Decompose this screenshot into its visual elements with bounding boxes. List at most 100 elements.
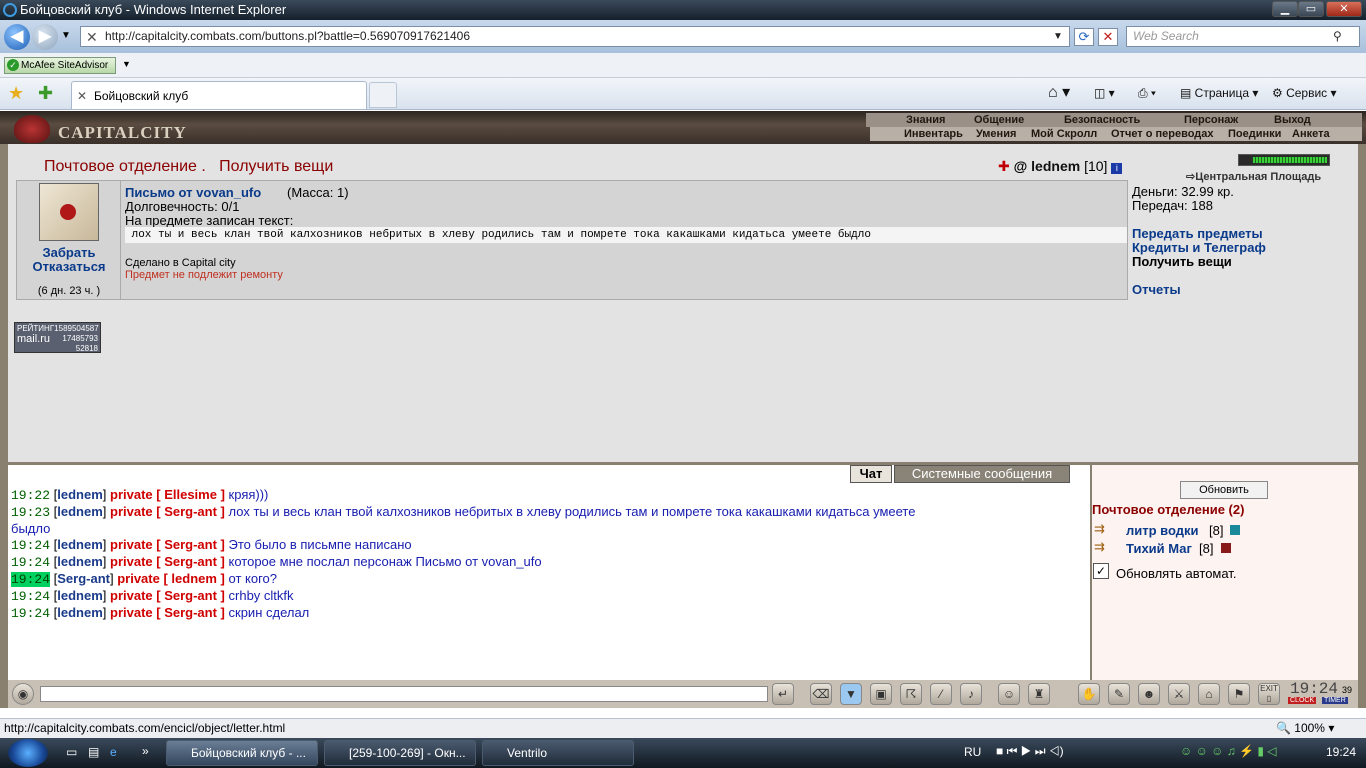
helmet-icon[interactable]: ♜: [1028, 683, 1050, 705]
save-log-icon[interactable]: ▣: [870, 683, 892, 705]
address-dropdown-icon[interactable]: ▼: [1053, 27, 1063, 46]
location-link[interactable]: ⇨Центральная Площадь: [1186, 170, 1321, 183]
nav-transfer-report[interactable]: Отчет о переводах: [1111, 128, 1214, 140]
chat-time[interactable]: 19:24: [11, 606, 50, 621]
zoom-control[interactable]: 🔍 100% ▾: [1276, 719, 1334, 737]
mcafee-siteadvisor-button[interactable]: ✓ McAfee SiteAdvisor: [4, 57, 116, 74]
task-window[interactable]: [259-100-269] - Окн...: [324, 740, 476, 766]
info-icon[interactable]: i: [1111, 163, 1123, 174]
auto-refresh-checkbox[interactable]: ✓: [1093, 563, 1109, 579]
nav-exit[interactable]: Выход: [1274, 114, 1311, 126]
chat-time[interactable]: 19:24: [11, 572, 51, 587]
letter-icon[interactable]: [39, 183, 99, 241]
history-dropdown-icon[interactable]: ▼: [61, 30, 71, 41]
feeds-icon[interactable]: ◫ ▾: [1094, 84, 1115, 102]
hand-icon[interactable]: ✋: [1078, 683, 1100, 705]
chat-sender[interactable]: lednem: [57, 588, 103, 603]
chat-private-tag[interactable]: private [ Serg-ant ]: [110, 605, 225, 620]
switch-windows-icon[interactable]: ▤: [88, 745, 99, 759]
minimize-button[interactable]: ▁: [1272, 1, 1298, 17]
task-ie[interactable]: Бойцовский клуб - ...: [166, 740, 318, 766]
chat-time[interactable]: 19:22: [11, 488, 50, 503]
take-link[interactable]: Забрать: [17, 245, 121, 260]
print-icon[interactable]: ⎙ ▾: [1138, 84, 1156, 102]
start-button[interactable]: [8, 739, 48, 767]
new-tab-button[interactable]: [369, 82, 397, 108]
nav-security[interactable]: Безопасность: [1064, 114, 1140, 126]
decline-link[interactable]: Отказаться: [17, 259, 121, 274]
friends-icon[interactable]: ☻: [1138, 683, 1160, 705]
private-arrow-icon[interactable]: ⇉: [1094, 521, 1105, 537]
nav-profile[interactable]: Анкета: [1292, 128, 1330, 140]
info-icon[interactable]: [1221, 543, 1231, 553]
item-name[interactable]: Письмо от vovan_ufo: [125, 185, 261, 200]
search-input[interactable]: Web Search ⚲: [1126, 26, 1360, 47]
flag-icon[interactable]: ⚑: [1228, 683, 1250, 705]
chat-time[interactable]: 19:24: [11, 538, 50, 553]
maximize-button[interactable]: ▭: [1298, 1, 1324, 17]
nav-character[interactable]: Персонаж: [1184, 114, 1238, 126]
run-icon[interactable]: ☈: [900, 683, 922, 705]
send-icon[interactable]: ↵: [772, 683, 794, 705]
credits-telegraph-link[interactable]: Кредиты и Телеграф: [1132, 240, 1266, 255]
tab-system-messages[interactable]: Системные сообщения: [894, 465, 1070, 483]
sound-icon[interactable]: ♪: [960, 683, 982, 705]
filter-icon[interactable]: ▼: [840, 683, 862, 705]
language-indicator[interactable]: RU: [964, 745, 981, 759]
chat-time[interactable]: 19:23: [11, 505, 50, 520]
chat-private-tag[interactable]: private [ lednem ]: [117, 571, 225, 586]
info-icon[interactable]: [1230, 525, 1240, 535]
chat-private-tag[interactable]: private [ Ellesime ]: [110, 487, 225, 502]
sidebar-user-1[interactable]: литр водки: [1126, 523, 1199, 538]
sidebar-user-2[interactable]: Тихий Маг: [1126, 541, 1192, 556]
nav-knowledge[interactable]: Знания: [906, 114, 945, 126]
media-controls[interactable]: ■ ⏮ ▶ ⏭ ◁): [996, 744, 1064, 759]
quicklaunch-more-icon[interactable]: »: [142, 744, 149, 758]
refresh-icon[interactable]: ⟳: [1074, 28, 1094, 46]
favorites-star-icon[interactable]: ★: [8, 83, 24, 104]
tab-active[interactable]: ✕ Бойцовский клуб: [71, 81, 367, 109]
chat-sender[interactable]: lednem: [57, 605, 103, 620]
scroll-icon[interactable]: ✎: [1108, 683, 1130, 705]
chat-private-tag[interactable]: private [ Serg-ant ]: [110, 504, 225, 519]
reports-link[interactable]: Отчеты: [1132, 282, 1181, 297]
chat-message-input[interactable]: [40, 686, 768, 702]
nav-my-scroll[interactable]: Мой Скролл: [1031, 128, 1097, 140]
fighter-icon[interactable]: ⚔: [1168, 683, 1190, 705]
add-favorites-icon[interactable]: ✚: [38, 83, 53, 104]
chat-private-tag[interactable]: private [ Serg-ant ]: [110, 554, 225, 569]
page-menu[interactable]: ▤ Страница ▾: [1180, 84, 1258, 102]
chat-time[interactable]: 19:24: [11, 589, 50, 604]
nav-inventory[interactable]: Инвентарь: [904, 128, 963, 140]
mcafee-dropdown-icon[interactable]: ▼: [122, 59, 131, 69]
forward-arrow-icon[interactable]: ▶: [32, 24, 58, 50]
show-desktop-icon[interactable]: ▭: [66, 745, 77, 759]
chat-sender[interactable]: lednem: [57, 537, 103, 552]
chat-sender[interactable]: Serg-ant: [57, 571, 110, 586]
chat-sender[interactable]: lednem: [57, 554, 103, 569]
tools-menu[interactable]: ⚙ Сервис ▾: [1272, 84, 1337, 102]
system-clock[interactable]: 19:24: [1326, 745, 1356, 759]
shop-icon[interactable]: ⌂: [1198, 683, 1220, 705]
exit-button[interactable]: EXIT ▯: [1258, 683, 1280, 705]
ie-quicklaunch-icon[interactable]: e: [110, 745, 117, 759]
home-icon[interactable]: ⌂ ▾: [1048, 84, 1070, 102]
address-bar[interactable]: ✕ http://capitalcity.combats.com/buttons…: [80, 26, 1070, 47]
speaker-icon[interactable]: ◉: [12, 683, 34, 705]
search-icon[interactable]: ⚲: [1333, 27, 1342, 46]
chat-sender[interactable]: lednem: [57, 504, 103, 519]
user-name[interactable]: lednem: [1031, 158, 1080, 174]
refresh-button[interactable]: Обновить: [1180, 481, 1268, 499]
chat-private-tag[interactable]: private [ Serg-ant ]: [110, 537, 225, 552]
task-ventrilo[interactable]: Ventrilo: [482, 740, 634, 766]
nav-battles[interactable]: Поединки: [1228, 128, 1281, 140]
translit-icon[interactable]: ⁄: [930, 683, 952, 705]
nav-skills[interactable]: Умения: [976, 128, 1016, 140]
tab-chat[interactable]: Чат: [850, 465, 892, 483]
tray-icons[interactable]: ☺ ☺ ☺ ♫ ⚡ ▮ ◁: [1180, 744, 1277, 758]
smiley-icon[interactable]: ☺: [998, 683, 1020, 705]
back-arrow-icon[interactable]: ◀: [4, 24, 30, 50]
private-arrow-icon[interactable]: ⇉: [1094, 539, 1105, 555]
chat-time[interactable]: 19:24: [11, 555, 50, 570]
stop-icon[interactable]: ✕: [1098, 28, 1118, 46]
